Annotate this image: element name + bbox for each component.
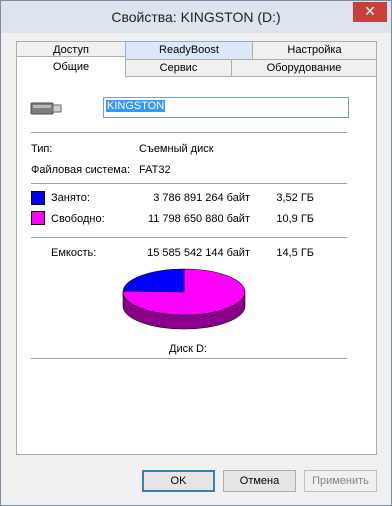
properties-window: Свойства: KINGSTON (D:) ✕ Доступ ReadyBo…: [0, 0, 392, 506]
pie-used-slice: [122, 268, 185, 293]
used-space-size: 3,52 ГБ: [276, 192, 314, 204]
free-space-label: Свободно:: [51, 213, 105, 225]
capacity-size: 14,5 ГБ: [276, 247, 314, 259]
title-bar: Свойства: KINGSTON (D:) ✕: [1, 1, 391, 33]
divider: [31, 183, 347, 184]
window-title: Свойства: KINGSTON (D:): [111, 9, 281, 25]
free-space-bytes: 11 798 650 880 байт: [147, 213, 250, 225]
tab-general[interactable]: Общие: [16, 56, 126, 77]
cancel-button[interactable]: Отмена: [223, 470, 296, 492]
divider: [31, 237, 347, 238]
tab-tools[interactable]: Сервис: [125, 59, 232, 77]
used-space-bytes: 3 786 891 264 байт: [153, 192, 250, 204]
general-tab-panel: KINGSTON Тип: Съемный диск Файловая сист…: [16, 76, 377, 455]
tab-customize[interactable]: Настройка: [252, 41, 377, 59]
tab-row-bottom: Общие Сервис Оборудование: [16, 56, 377, 77]
disk-usage-pie-chart: [122, 268, 246, 330]
used-space-swatch: [31, 191, 45, 205]
file-system-label: Файловая система:: [31, 164, 131, 176]
used-space-label: Занято:: [51, 192, 90, 204]
file-system-value: FAT32: [139, 164, 171, 176]
tab-readyboost[interactable]: ReadyBoost: [125, 41, 253, 59]
ok-button[interactable]: OK: [142, 470, 215, 492]
usb-drive-icon: [30, 102, 62, 115]
tab-hardware[interactable]: Оборудование: [231, 59, 377, 77]
volume-name-input[interactable]: KINGSTON: [103, 97, 349, 118]
divider: [31, 358, 347, 359]
disk-label: Диск D:: [169, 343, 207, 355]
type-label: Тип:: [31, 143, 53, 155]
divider: [31, 132, 347, 133]
capacity-label: Емкость:: [51, 247, 97, 259]
apply-button[interactable]: Применить: [304, 470, 377, 492]
type-value: Съемный диск: [139, 143, 214, 155]
free-space-swatch: [31, 211, 45, 225]
close-button[interactable]: ✕: [353, 2, 387, 22]
free-space-size: 10,9 ГБ: [276, 213, 314, 225]
volume-name-value: KINGSTON: [106, 100, 166, 112]
capacity-bytes: 15 585 542 144 байт: [147, 247, 250, 259]
